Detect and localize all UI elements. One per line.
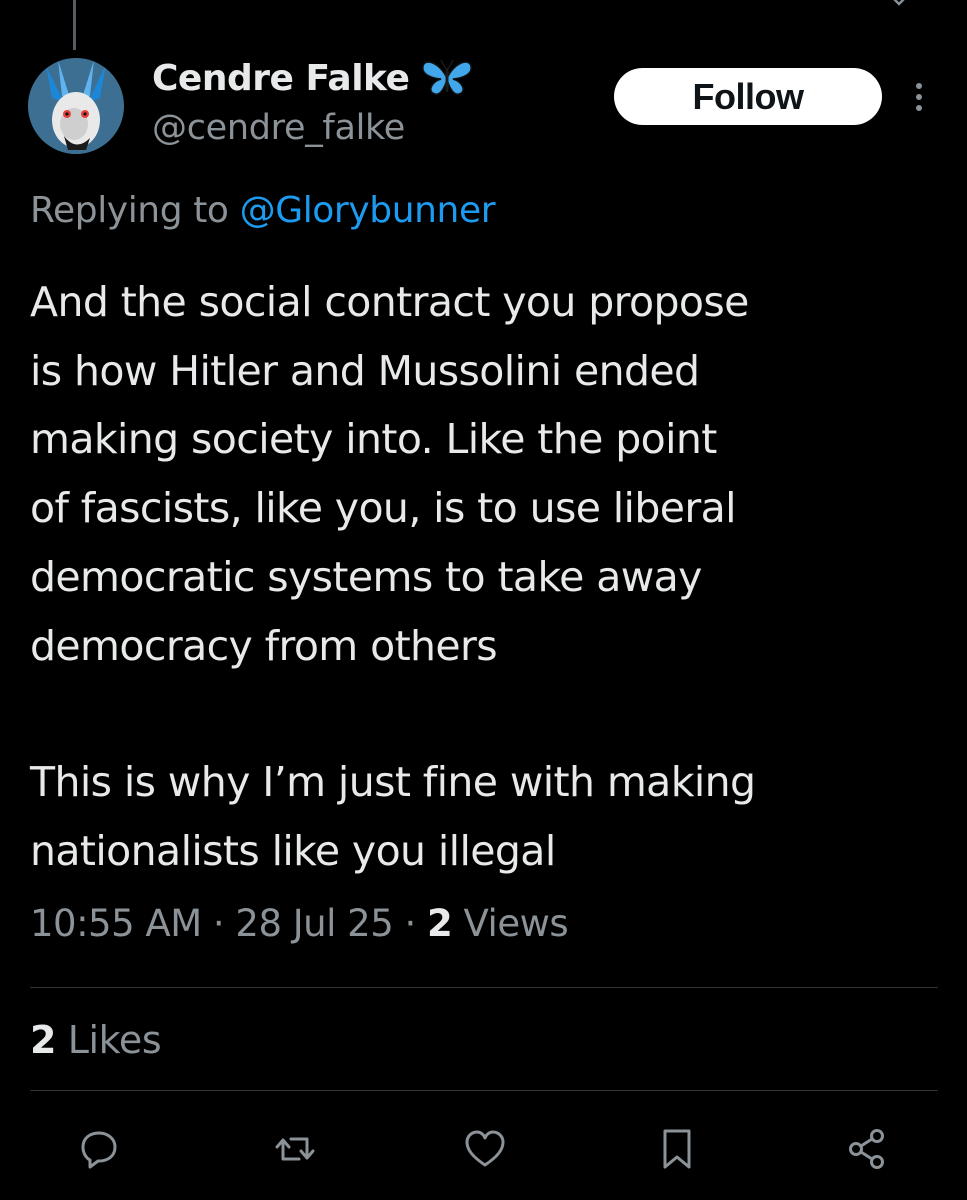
views-count: 2 <box>427 902 453 945</box>
tweet-time[interactable]: 10:55 AM <box>30 902 202 945</box>
share-icon <box>849 1129 884 1169</box>
retweet-icon <box>275 1137 315 1161</box>
divider <box>30 987 938 988</box>
bookmark-icon <box>663 1129 691 1169</box>
replying-to: Replying to @Glorybunner <box>30 190 495 231</box>
tweet-paragraph-2: This is why I’m just fine with making na… <box>30 758 756 875</box>
display-name[interactable]: Cendre Falke <box>152 58 410 99</box>
views-label: Views <box>452 902 569 945</box>
tweet-text: And the social contract you propose is h… <box>30 268 940 886</box>
replying-to-mention[interactable]: @Glorybunner <box>240 190 496 231</box>
thread-connector-line <box>73 0 76 50</box>
butterfly-icon <box>422 59 473 96</box>
meta-separator: · <box>393 902 428 945</box>
likes-count: 2 <box>30 1018 57 1062</box>
tweet-date[interactable]: 28 Jul 25 <box>235 902 393 945</box>
like-button[interactable] <box>460 1124 510 1174</box>
tweet-paragraph-1: And the social contract you propose is h… <box>30 278 749 670</box>
bookmark-button[interactable] <box>652 1124 702 1174</box>
top-corner-icon <box>893 0 905 6</box>
action-bar <box>0 1124 967 1174</box>
more-options-icon[interactable] <box>904 80 934 114</box>
tweet-meta: 10:55 AM · 28 Jul 25 · 2 Views <box>30 902 569 945</box>
share-button[interactable] <box>842 1124 892 1174</box>
likes-label: Likes <box>56 1018 162 1062</box>
divider <box>30 1090 938 1091</box>
handle[interactable]: @cendre_falke <box>152 108 475 148</box>
reply-icon <box>81 1131 117 1169</box>
display-name-row: Cendre Falke <box>152 54 475 102</box>
follow-button[interactable]: Follow <box>614 68 882 125</box>
avatar[interactable] <box>28 58 124 154</box>
reply-button[interactable] <box>74 1124 124 1174</box>
replying-to-label: Replying to <box>30 190 240 231</box>
author-block: Cendre Falke @cendre_falke <box>152 54 475 148</box>
likes-stat[interactable]: 2 Likes <box>30 1018 162 1062</box>
meta-separator: · <box>201 902 236 945</box>
like-icon <box>465 1130 505 1167</box>
retweet-button[interactable] <box>270 1124 320 1174</box>
avatar-image <box>28 58 124 154</box>
